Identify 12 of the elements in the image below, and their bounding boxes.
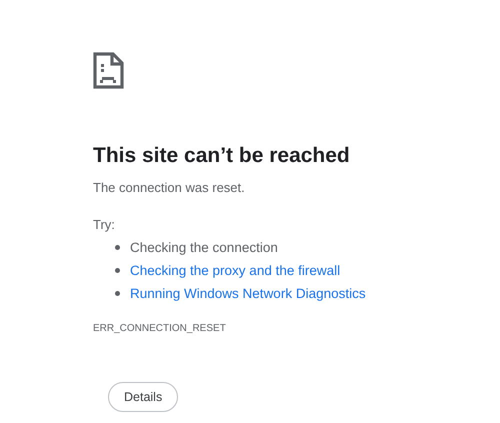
bullet-icon xyxy=(115,268,120,273)
bullet-icon xyxy=(115,245,120,250)
error-code: ERR_CONNECTION_RESET xyxy=(93,323,227,334)
error-message: The connection was reset. xyxy=(93,180,246,196)
suggestion-text: Checking the connection xyxy=(130,239,278,257)
bullet-icon xyxy=(115,291,120,296)
try-label: Try: xyxy=(93,217,116,233)
suggestion-link[interactable]: Checking the proxy and the firewall xyxy=(130,259,340,282)
suggestion-link[interactable]: Running Windows Network Diagnostics xyxy=(130,282,366,305)
page-heading: This site can’t be reached xyxy=(93,143,351,169)
details-button[interactable]: Details xyxy=(108,382,178,412)
sad-page-icon xyxy=(93,52,124,89)
